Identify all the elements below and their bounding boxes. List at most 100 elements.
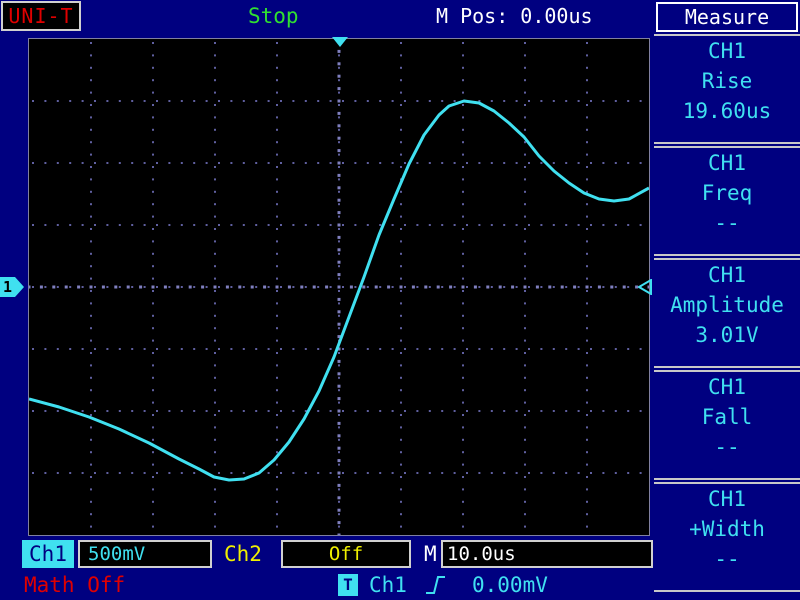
grid-dot — [337, 285, 341, 289]
grid-dot — [101, 285, 105, 289]
grid-dot — [462, 141, 464, 144]
measure-slot-2[interactable]: CH1 Freq -- — [654, 146, 800, 256]
grid-dot — [276, 389, 278, 392]
grid-dot — [602, 100, 605, 102]
grid-dot — [540, 224, 543, 226]
measure-menu: Measure CH1 Rise 19.60us CH1 Freq -- CH1… — [654, 0, 800, 600]
grid-dot — [337, 273, 341, 277]
grid-dot — [193, 472, 196, 474]
grid-dot — [466, 348, 468, 350]
grid-dot — [366, 224, 369, 226]
grid-dot — [168, 224, 171, 226]
grid-dot — [535, 285, 539, 289]
grid-dot — [462, 290, 464, 292]
grid-dot — [462, 352, 464, 354]
grid-dot — [416, 410, 419, 412]
grid-dot — [118, 286, 121, 288]
grid-dot — [152, 190, 154, 193]
grid-dot — [329, 100, 332, 102]
grid-dot — [81, 224, 84, 226]
grid-dot — [540, 162, 543, 164]
grid-dot — [590, 162, 592, 164]
grid-dot — [152, 389, 154, 392]
grid-dot — [342, 472, 344, 474]
grid-dot — [424, 285, 428, 289]
grid-dot — [280, 348, 282, 350]
grid-dot — [90, 79, 92, 82]
grid-dot — [90, 500, 92, 503]
grid-dot — [118, 472, 121, 474]
grid-dot — [565, 410, 568, 412]
grid-dot — [552, 472, 555, 474]
waveform-grid-svg — [29, 39, 649, 535]
grid-dot — [400, 302, 402, 305]
grid-dot — [90, 166, 92, 168]
grid-dot — [337, 173, 341, 177]
measure-slot-4[interactable]: CH1 Fall -- — [654, 370, 800, 480]
channel-1-ground-marker-icon[interactable]: 1 — [0, 277, 24, 297]
measure-slot-3[interactable]: CH1 Amplitude 3.01V — [654, 258, 800, 368]
grid-dot — [586, 500, 588, 503]
grid-dot — [515, 162, 518, 164]
grid-dot — [276, 104, 278, 106]
grid-dot — [69, 224, 72, 226]
grid-dot — [337, 248, 341, 252]
grid-dot — [602, 286, 605, 288]
measure-slot-5[interactable]: CH1 +Width -- — [654, 482, 800, 592]
grid-dot — [205, 348, 208, 350]
channel-marker-label: 1 — [3, 278, 13, 296]
grid-dot — [586, 339, 588, 342]
grid-dot — [90, 42, 92, 44]
measure-slot-1[interactable]: CH1 Rise 19.60us — [654, 34, 800, 144]
ch2-label[interactable]: Ch2 — [224, 540, 262, 568]
grid-dot — [168, 410, 171, 412]
grid-dot — [503, 286, 506, 288]
grid-dot — [586, 364, 588, 367]
grid-dot — [131, 286, 134, 288]
grid-dot — [399, 285, 403, 289]
grid-dot — [453, 162, 456, 164]
grid-dot — [338, 364, 340, 367]
grid-dot — [602, 472, 605, 474]
grid-dot — [69, 348, 72, 350]
grid-dot — [462, 339, 464, 342]
grid-dot — [366, 162, 369, 164]
grid-dot — [152, 178, 154, 181]
waveform-display[interactable] — [28, 38, 650, 536]
grid-dot — [586, 290, 588, 292]
grid-dot — [90, 228, 92, 230]
grid-dot — [524, 389, 526, 392]
grid-dot — [317, 162, 320, 164]
grid-dot — [548, 285, 552, 289]
grid-dot — [276, 352, 278, 354]
grid-dot — [152, 203, 154, 206]
grid-dot — [214, 104, 216, 106]
grid-dot — [524, 116, 526, 119]
grid-dot — [400, 166, 402, 168]
grid-dot — [462, 277, 464, 280]
grid-dot — [56, 348, 59, 350]
grid-dot — [400, 277, 402, 280]
grid-dot — [214, 190, 216, 193]
ch1-label[interactable]: Ch1 — [22, 540, 74, 568]
grid-dot — [292, 410, 295, 412]
grid-dot — [276, 451, 278, 454]
grid-dot — [214, 141, 216, 144]
grid-dot — [214, 451, 216, 454]
grid-dot — [180, 286, 183, 288]
trigger-position-arrow-icon — [332, 37, 348, 47]
grid-dot — [276, 252, 278, 255]
grid-dot — [391, 286, 394, 288]
grid-dot — [214, 488, 216, 491]
grid-dot — [193, 100, 196, 102]
grid-dot — [490, 286, 493, 288]
grid-dot — [586, 314, 588, 317]
grid-dot — [400, 104, 402, 106]
grid-dot — [586, 302, 588, 305]
grid-dot — [524, 42, 526, 44]
grid-dot — [267, 410, 270, 412]
grid-dot — [90, 525, 92, 528]
grid-dot — [524, 476, 526, 478]
grid-dot — [276, 116, 278, 119]
grid-dot — [337, 124, 341, 128]
